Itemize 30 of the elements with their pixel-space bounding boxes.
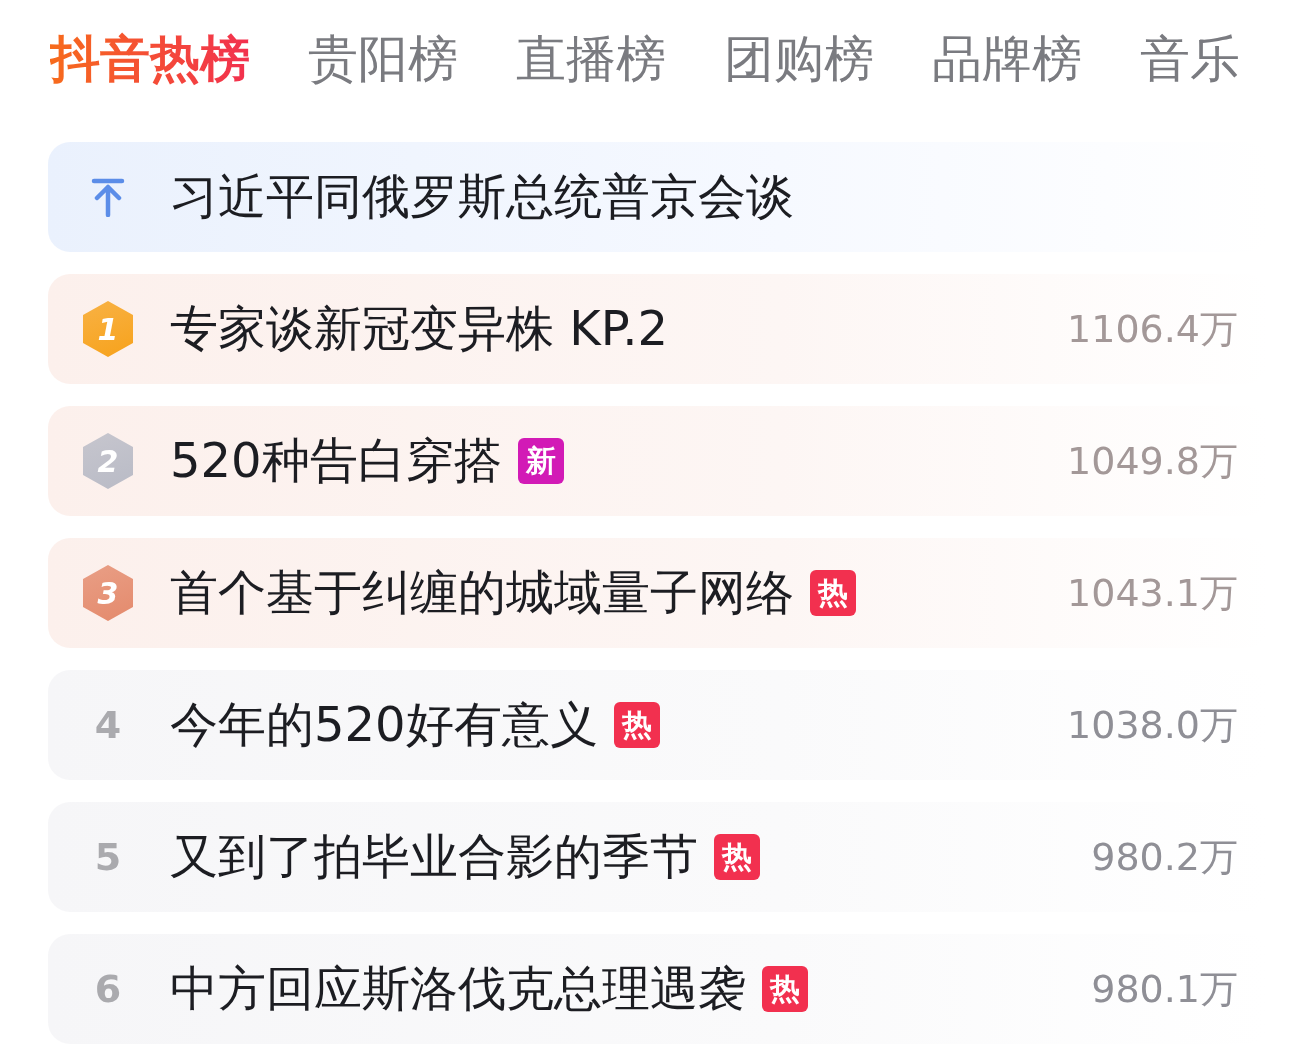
rank-number: 4: [94, 703, 122, 747]
topic-title: 今年的520好有意义: [170, 695, 598, 754]
topic-title: 中方回应斯洛伐克总理遇袭: [170, 959, 746, 1018]
topic-tag: 热: [762, 966, 808, 1012]
rank-number: 6: [94, 967, 122, 1011]
heat-count: 1049.8万: [1067, 437, 1238, 485]
topic-tag: 热: [810, 570, 856, 616]
heat-count: 980.2万: [1091, 833, 1238, 881]
rank-medal: 2: [83, 433, 133, 489]
topic-title: 又到了拍毕业合影的季节: [170, 827, 698, 886]
tab[interactable]: 团购榜: [724, 26, 874, 92]
topic-title: 520种告白穿搭: [170, 431, 502, 490]
rank-number: 5: [94, 835, 122, 879]
tab[interactable]: 品牌榜: [932, 26, 1082, 92]
topic-tag: 新: [517, 438, 564, 484]
pin-to-top-icon: [90, 177, 126, 217]
topic-title: 专家谈新冠变异株 KP.2: [170, 299, 668, 358]
topic-title: 习近平同俄罗斯总统普京会谈: [170, 167, 794, 226]
topic-title: 首个基于纠缠的城域量子网络: [170, 563, 794, 622]
tab[interactable]: 直播榜: [516, 26, 666, 92]
heat-count: 1038.0万: [1067, 701, 1238, 749]
rank-medal: 1: [83, 301, 133, 357]
heat-count: 980.1万: [1091, 965, 1238, 1013]
heat-count: 1106.4万: [1067, 305, 1238, 353]
tab[interactable]: 音乐: [1140, 26, 1240, 92]
tab[interactable]: 贵阳榜: [308, 26, 458, 92]
heat-count: 1043.1万: [1067, 569, 1238, 617]
topic-tag: 热: [714, 834, 760, 880]
topic-tag: 热: [613, 702, 660, 748]
rank-medal: 3: [83, 565, 133, 621]
